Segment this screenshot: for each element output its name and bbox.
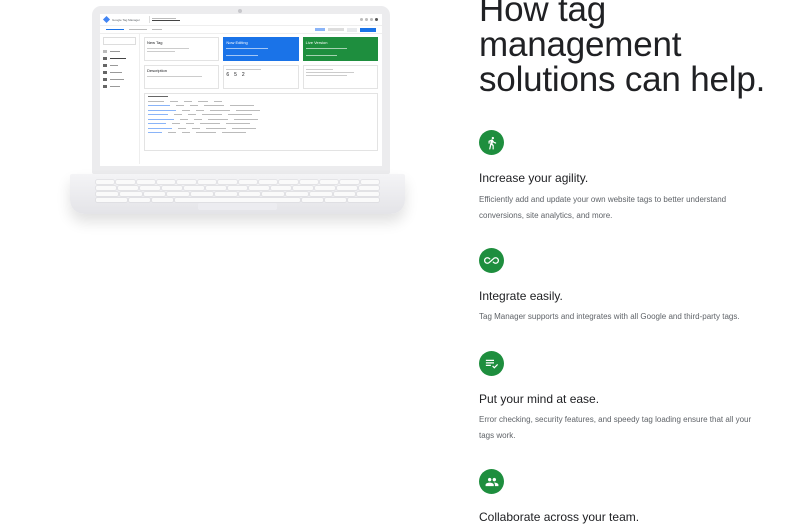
gtm-main: New Tag Now Editing Live Version Descrip… [140, 34, 382, 164]
gtm-app-title: Google Tag Manager [112, 17, 140, 22]
feature-ease: Put your mind at ease. Error checking, s… [479, 351, 779, 440]
laptop-keyboard [96, 180, 380, 204]
feature-title: Increase your agility. [479, 171, 589, 185]
feature-title: Collaborate across your team. [479, 510, 640, 524]
live-version-card: Live Version [302, 37, 378, 61]
description-card: Description [144, 65, 220, 89]
infinity-icon [479, 248, 504, 273]
workspace-changes-table [144, 93, 378, 151]
section-heading: How tag management solutions can help. [479, 0, 766, 99]
workspace-info-card [302, 65, 378, 89]
camera-dot [238, 9, 242, 13]
feature-collaborate: Collaborate across your team. [479, 469, 779, 524]
stat-modified: 6 [226, 72, 230, 78]
laptop-screen: Google Tag Manager New Tag Now Editing L… [100, 14, 382, 166]
app-bar-icons [360, 18, 378, 21]
workspace-changes-card: 6 5 2 [223, 65, 299, 89]
feature-description: Error checking, security features, and s… [479, 415, 752, 440]
gtm-logo-icon [102, 15, 111, 24]
gtm-sidebar [100, 34, 140, 164]
feature-description: Tag Manager supports and integrates with… [479, 312, 740, 321]
stat-deleted: 2 [241, 72, 245, 78]
now-editing-card: Now Editing [223, 37, 299, 61]
workspace-selector [148, 16, 183, 23]
laptop-illustration: Google Tag Manager New Tag Now Editing L… [70, 6, 405, 216]
gtm-app-bar: Google Tag Manager [100, 14, 382, 26]
new-tag-card: New Tag [144, 37, 220, 61]
feature-integrate: Integrate easily. Tag Manager supports a… [479, 248, 779, 321]
feature-description: Efficiently add and update your own webs… [479, 195, 727, 220]
laptop-base [70, 174, 405, 214]
feature-title: Put your mind at ease. [479, 392, 600, 406]
people-group-icon [479, 469, 504, 494]
gtm-app-tabs [100, 26, 382, 34]
feature-agility: Increase your agility. Efficiently add a… [479, 130, 779, 220]
running-person-icon [479, 130, 504, 155]
checklist-icon [479, 351, 504, 376]
laptop-trackpad [198, 203, 277, 210]
laptop-lid: Google Tag Manager New Tag Now Editing L… [92, 6, 390, 174]
stat-added: 5 [234, 72, 237, 78]
feature-title: Integrate easily. [479, 289, 563, 303]
